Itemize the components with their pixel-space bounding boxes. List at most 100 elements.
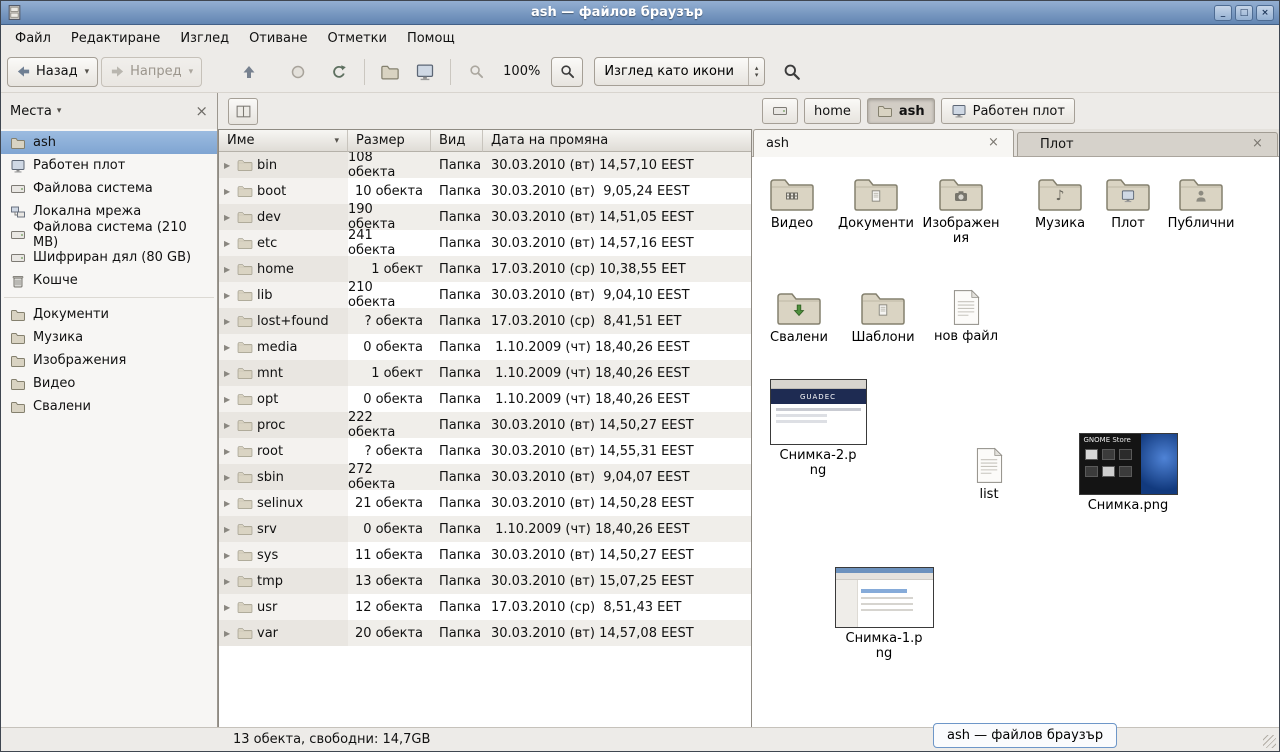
sidebar-close-icon[interactable]: × — [195, 104, 208, 119]
expander-icon[interactable]: ▶ — [224, 525, 233, 534]
menu-edit[interactable]: Редактиране — [61, 27, 170, 50]
sidebar-item-encrypted-80gb[interactable]: Шифриран дял (80 GB) — [1, 246, 217, 269]
sidebar-item-video[interactable]: Видео — [1, 372, 217, 395]
sidebar-item-documents[interactable]: Документи — [1, 303, 217, 326]
table-row[interactable]: ▶ media 0 обекта Папка 1.10.2009 (чт) 18… — [219, 334, 751, 360]
forward-button[interactable]: Напред ▾ — [101, 57, 202, 87]
table-row[interactable]: ▶ tmp 13 обекта Папка 30.03.2010 (вт) 15… — [219, 568, 751, 594]
back-dropdown-icon[interactable]: ▾ — [85, 67, 90, 77]
path-root-button[interactable] — [762, 98, 798, 124]
icon-item-documents[interactable]: Документи — [836, 173, 916, 231]
expander-icon[interactable]: ▶ — [224, 421, 233, 430]
table-row[interactable]: ▶ var 20 обекта Папка 30.03.2010 (вт) 14… — [219, 620, 751, 646]
expander-icon[interactable]: ▶ — [224, 447, 233, 456]
up-button[interactable] — [233, 57, 265, 87]
sidebar-item-filesystem-210mb[interactable]: Файлова система (210 MB) — [1, 223, 217, 246]
icon-item-desktop[interactable]: Плот — [1088, 173, 1168, 231]
table-row[interactable]: ▶ home 1 обект Папка 17.03.2010 (ср) 10,… — [219, 256, 751, 282]
expander-icon[interactable]: ▶ — [224, 473, 233, 482]
expander-icon[interactable]: ▶ — [224, 369, 233, 378]
sidebar-dropdown-icon[interactable]: ▾ — [57, 106, 62, 116]
table-row[interactable]: ▶ lib 210 обекта Папка 30.03.2010 (вт) 9… — [219, 282, 751, 308]
expander-icon[interactable]: ▶ — [224, 629, 233, 638]
sidebar-item-pictures[interactable]: Изображения — [1, 349, 217, 372]
table-row[interactable]: ▶ proc 222 обекта Папка 30.03.2010 (вт) … — [219, 412, 751, 438]
view-mode-select[interactable]: Изглед като икони ▴ ▾ — [594, 57, 765, 86]
sidebar-item-filesystem[interactable]: Файлова система — [1, 177, 217, 200]
column-header-size[interactable]: Размер — [348, 130, 431, 152]
icon-item-downloads[interactable]: Свалени — [759, 287, 839, 345]
tab-close-icon[interactable]: × — [1250, 137, 1265, 152]
expander-icon[interactable]: ▶ — [224, 577, 233, 586]
sidebar-item-downloads[interactable]: Свалени — [1, 395, 217, 418]
icon-item-snimka-1[interactable]: Снимка-1.png — [834, 567, 934, 661]
tab-desktop[interactable]: Плот × — [1017, 132, 1278, 156]
sidebar-item-music[interactable]: Музика — [1, 326, 217, 349]
expander-icon[interactable]: ▶ — [224, 551, 233, 560]
zoom-in-button[interactable] — [551, 57, 583, 87]
tab-close-icon[interactable]: × — [986, 136, 1001, 151]
menu-file[interactable]: Файл — [5, 27, 61, 50]
expander-icon[interactable]: ▶ — [224, 161, 233, 170]
sidebar-item-ash[interactable]: ash — [1, 131, 217, 154]
sidebar-item-desktop[interactable]: Работен плот — [1, 154, 217, 177]
spinner-arrows-icon[interactable]: ▴ ▾ — [748, 58, 765, 85]
menu-help[interactable]: Помощ — [397, 27, 465, 50]
computer-button[interactable] — [409, 57, 441, 87]
menu-bookmarks[interactable]: Отметки — [317, 27, 396, 50]
table-row[interactable]: ▶ sbin 272 обекта Папка 30.03.2010 (вт) … — [219, 464, 751, 490]
icon-item-list[interactable]: list — [949, 447, 1029, 502]
table-row[interactable]: ▶ mnt 1 обект Папка 1.10.2009 (чт) 18,40… — [219, 360, 751, 386]
reload-button[interactable] — [323, 57, 355, 87]
column-header-name[interactable]: Име ▾ — [219, 130, 348, 152]
expander-icon[interactable]: ▶ — [224, 395, 233, 404]
icon-item-snimka-2[interactable]: GUADEC Снимка-2.png — [768, 379, 868, 478]
expander-icon[interactable]: ▶ — [224, 603, 233, 612]
tab-ash[interactable]: ash × — [753, 129, 1014, 157]
expander-icon[interactable]: ▶ — [224, 239, 233, 248]
stop-button[interactable] — [282, 57, 314, 87]
table-row[interactable]: ▶ usr 12 обекта Папка 17.03.2010 (ср) 8,… — [219, 594, 751, 620]
close-button[interactable]: × — [1256, 5, 1274, 21]
titlebar[interactable]: ash — файлов браузър _ □ × — [1, 1, 1279, 25]
expander-icon[interactable]: ▶ — [224, 187, 233, 196]
sidebar-title[interactable]: Места — [10, 104, 52, 119]
menu-go[interactable]: Отиване — [239, 27, 317, 50]
expander-icon[interactable]: ▶ — [224, 343, 233, 352]
icon-item-video[interactable]: Видео — [752, 173, 832, 231]
table-row[interactable]: ▶ etc 241 обекта Папка 30.03.2010 (вт) 1… — [219, 230, 751, 256]
table-row[interactable]: ▶ opt 0 обекта Папка 1.10.2009 (чт) 18,4… — [219, 386, 751, 412]
table-row[interactable]: ▶ selinux 21 обекта Папка 30.03.2010 (вт… — [219, 490, 751, 516]
table-row[interactable]: ▶ dev 190 обекта Папка 30.03.2010 (вт) 1… — [219, 204, 751, 230]
table-row[interactable]: ▶ sys 11 обекта Папка 30.03.2010 (вт) 14… — [219, 542, 751, 568]
sidebar-item-trash[interactable]: Кошче — [1, 269, 217, 292]
icon-item-public[interactable]: Публични — [1161, 173, 1241, 231]
location-toggle-button[interactable] — [228, 98, 258, 125]
expander-icon[interactable]: ▶ — [224, 291, 233, 300]
search-button[interactable] — [776, 57, 808, 87]
path-desktop-button[interactable]: Работен плот — [941, 98, 1075, 124]
path-ash-button[interactable]: ash — [867, 98, 935, 124]
column-header-date[interactable]: Дата на промяна — [483, 130, 751, 152]
expander-icon[interactable]: ▶ — [224, 499, 233, 508]
icon-item-pictures[interactable]: Изображения — [921, 173, 1001, 246]
table-row[interactable]: ▶ root ? обекта Папка 30.03.2010 (вт) 14… — [219, 438, 751, 464]
column-header-type[interactable]: Вид — [431, 130, 483, 152]
back-button[interactable]: Назад ▾ — [7, 57, 98, 87]
path-home-button[interactable]: home — [804, 98, 861, 124]
expander-icon[interactable]: ▶ — [224, 213, 233, 222]
table-row[interactable]: ▶ boot 10 обекта Папка 30.03.2010 (вт) 9… — [219, 178, 751, 204]
resize-grip[interactable] — [1263, 735, 1276, 748]
icon-view[interactable]: Видео Документи Изображения — [752, 157, 1279, 727]
table-row[interactable]: ▶ bin 108 обекта Папка 30.03.2010 (вт) 1… — [219, 152, 751, 178]
table-row[interactable]: ▶ srv 0 обекта Папка 1.10.2009 (чт) 18,4… — [219, 516, 751, 542]
home-button[interactable] — [374, 57, 406, 87]
menu-view[interactable]: Изглед — [170, 27, 239, 50]
maximize-button[interactable]: □ — [1235, 5, 1253, 21]
minimize-button[interactable]: _ — [1214, 5, 1232, 21]
icon-item-new-file[interactable]: нов файл — [926, 289, 1006, 344]
expander-icon[interactable]: ▶ — [224, 317, 233, 326]
icon-item-snimka[interactable]: GNOME Store Снимка.png — [1078, 433, 1178, 513]
expander-icon[interactable]: ▶ — [224, 265, 233, 274]
zoom-out-button[interactable] — [460, 57, 492, 87]
